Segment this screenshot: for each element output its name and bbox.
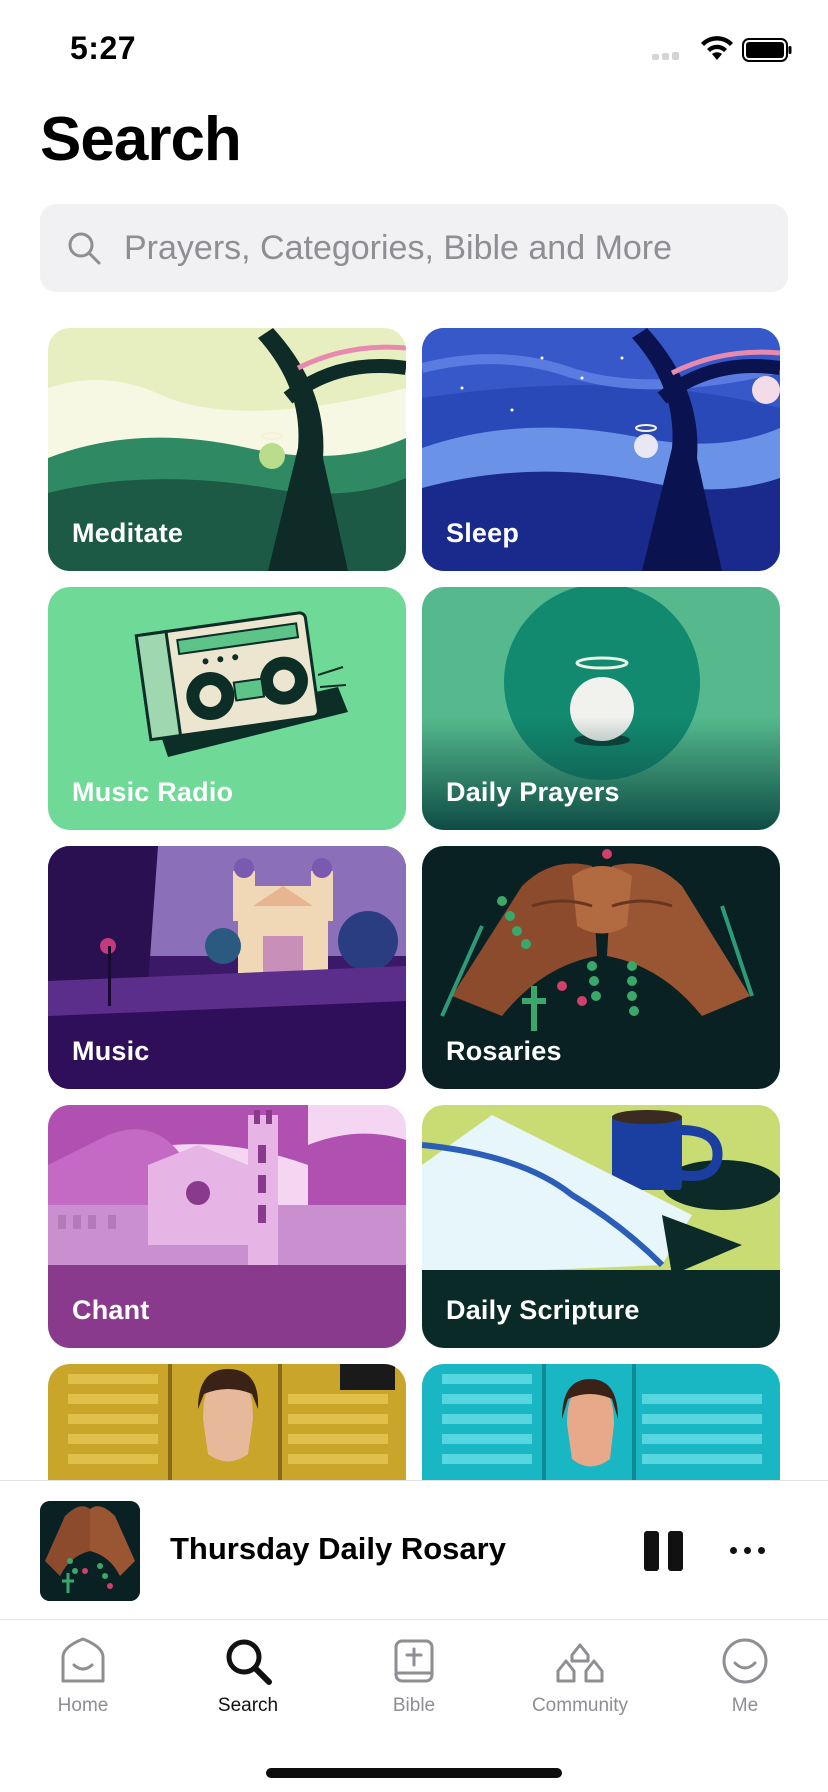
bible-icon: [394, 1639, 434, 1683]
category-label: Daily Scripture: [446, 1295, 640, 1325]
tab-search[interactable]: Search: [178, 1635, 318, 1735]
category-tile-music-radio[interactable]: Music Radio: [48, 587, 406, 830]
community-icon: [556, 1643, 604, 1683]
category-label: Chant: [72, 1295, 150, 1325]
home-icon: [61, 1637, 105, 1683]
category-grid: Meditate Sleep Music Radio Daily Prayers…: [48, 328, 780, 1480]
category-label: Daily Prayers: [446, 777, 620, 807]
status-time: 5:27: [70, 30, 137, 66]
person-illustration: [48, 1364, 406, 1480]
category-tile-daily-scripture[interactable]: Daily Scripture: [422, 1105, 780, 1348]
pause-button[interactable]: [644, 1531, 684, 1571]
category-label: Meditate: [72, 518, 184, 548]
person-illustration: [422, 1364, 780, 1480]
category-tile-sleep[interactable]: Sleep: [422, 328, 780, 571]
category-label: Music: [72, 1036, 150, 1066]
category-label: Sleep: [446, 518, 520, 548]
category-label: Rosaries: [446, 1036, 562, 1066]
category-tile-meditate[interactable]: Meditate: [48, 328, 406, 571]
category-tile-daily-prayers[interactable]: Daily Prayers: [422, 587, 780, 830]
home-indicator: [266, 1768, 562, 1778]
category-tile-rosaries[interactable]: Rosaries: [422, 846, 780, 1089]
tab-me[interactable]: Me: [675, 1635, 815, 1735]
wifi-icon: [701, 36, 733, 60]
more-options-button[interactable]: [726, 1539, 770, 1563]
search-bar[interactable]: [40, 204, 788, 292]
tab-home[interactable]: Home: [13, 1635, 153, 1735]
search-icon: [68, 232, 101, 265]
category-tile-partial-yellow[interactable]: [48, 1364, 406, 1480]
now-playing-bar[interactable]: Thursday Daily Rosary: [0, 1480, 828, 1620]
tab-community[interactable]: Community: [510, 1635, 650, 1735]
tab-bar: Home Search Bible Community Me: [0, 1621, 828, 1792]
page-title: Search: [40, 105, 242, 174]
category-tile-music[interactable]: Music: [48, 846, 406, 1089]
category-tile-partial-cyan[interactable]: [422, 1364, 780, 1480]
cellular-signal-icon: [652, 50, 688, 60]
now-playing-title: Thursday Daily Rosary: [170, 1531, 506, 1566]
search-input[interactable]: [124, 204, 764, 292]
tab-label: Home: [57, 1695, 109, 1716]
tab-label: Community: [531, 1695, 629, 1716]
now-playing-artwork: [40, 1501, 140, 1601]
category-tile-chant[interactable]: Chant: [48, 1105, 406, 1348]
tab-label: Me: [731, 1695, 759, 1716]
search-icon: [226, 1639, 272, 1685]
category-label: Music Radio: [72, 777, 234, 807]
status-bar: 5:27: [0, 0, 828, 100]
smiley-icon: [722, 1638, 768, 1684]
tab-label: Search: [217, 1695, 279, 1716]
tab-label: Bible: [392, 1695, 436, 1716]
battery-icon: [742, 38, 792, 62]
tab-bible[interactable]: Bible: [344, 1635, 484, 1735]
